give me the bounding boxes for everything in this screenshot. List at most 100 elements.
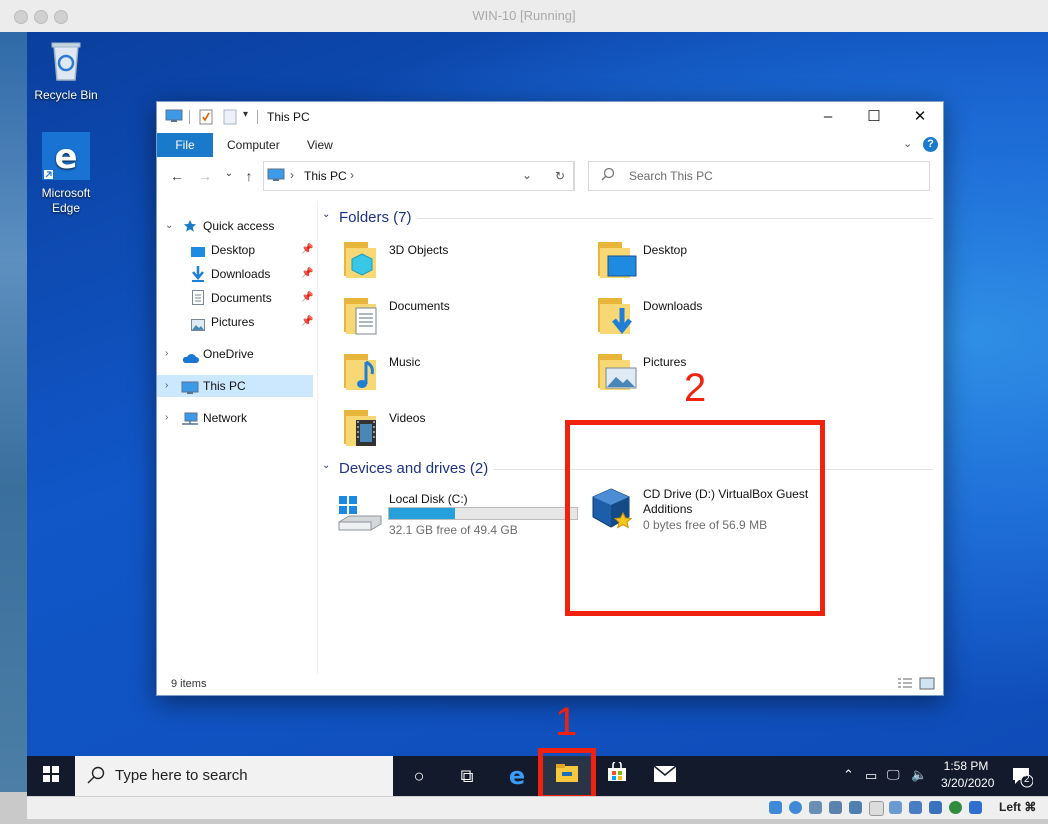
pin-icon[interactable]: 📌: [301, 311, 313, 333]
usb-status-icon[interactable]: [849, 801, 862, 814]
expand-ribbon-chevron-icon[interactable]: ⌄: [903, 137, 912, 150]
address-bar[interactable]: › This PC › ⌄: [263, 161, 574, 191]
collapsed-chevron-icon[interactable]: ›: [165, 343, 168, 365]
expanded-chevron-icon[interactable]: ⌄: [165, 215, 173, 237]
network-adapter-status-icon[interactable]: [829, 801, 842, 814]
minimize-button[interactable]: –: [805, 102, 851, 132]
annotation-highlight-file-explorer: [538, 748, 596, 800]
shared-folders-status-icon[interactable]: [869, 801, 884, 816]
virtualization-status-icon[interactable]: [929, 801, 942, 814]
tab-view[interactable]: View: [307, 133, 333, 157]
help-icon[interactable]: ?: [923, 137, 938, 152]
nav-item-quick-access[interactable]: ⌄ Quick access: [157, 215, 313, 237]
tab-computer[interactable]: Computer: [227, 133, 280, 157]
keyboard-capture-status-icon[interactable]: [969, 801, 982, 814]
this-pc-icon: [165, 109, 183, 126]
drive-tile-local-disk[interactable]: Local Disk (C:) 32.1 GB free of 49.4 GB: [337, 492, 578, 542]
collapsed-chevron-icon[interactable]: ›: [165, 375, 168, 397]
volume-icon[interactable]: 🔈: [911, 767, 927, 783]
pin-icon[interactable]: 📌: [301, 239, 313, 261]
pin-icon[interactable]: 📌: [301, 263, 313, 285]
tile-label: Desktop: [643, 243, 688, 257]
optical-drive-status-icon[interactable]: [789, 801, 802, 814]
back-arrow-icon[interactable]: ←: [167, 168, 187, 186]
close-button[interactable]: ✕: [897, 102, 943, 132]
downloads-folder-icon: [596, 294, 638, 339]
recent-locations-chevron-icon[interactable]: ⌄: [219, 168, 239, 186]
mail-envelope-icon: [653, 765, 677, 786]
nav-label: Documents: [211, 291, 272, 305]
taskbar-mail-button[interactable]: [641, 756, 689, 796]
desktop-icon-label: Recycle Bin: [34, 88, 98, 102]
refresh-button[interactable]: ↻: [546, 161, 575, 191]
disk-usage-bar: [388, 507, 578, 520]
navigation-pane: ⌄ Quick access Desktop 📌 Downloads 📌 Doc…: [157, 205, 317, 675]
cortana-button[interactable]: ○: [395, 756, 443, 796]
edge-icon: e: [30, 132, 102, 184]
network-icon: [181, 411, 199, 433]
this-pc-icon: [267, 168, 285, 185]
pin-icon[interactable]: 📌: [301, 287, 313, 309]
taskbar-clock[interactable]: 1:58 PM 3/20/2020: [941, 758, 994, 792]
details-view-icon[interactable]: [897, 677, 913, 694]
maximize-button[interactable]: ☐: [851, 102, 897, 132]
recording-status-icon[interactable]: [909, 801, 922, 814]
folders-group-header[interactable]: Folders (7): [339, 209, 412, 226]
documents-folder-icon: [342, 294, 384, 339]
collapse-group-chevron-icon[interactable]: ⌄: [322, 460, 330, 471]
search-icon: [601, 167, 615, 184]
virtualbox-status-bar: Left ⌘: [27, 796, 1048, 819]
nav-item-onedrive[interactable]: › OneDrive: [157, 343, 313, 365]
annotation-label-2: 2: [684, 366, 707, 410]
address-dropdown-chevron-icon[interactable]: ⌄: [522, 168, 532, 182]
desktop-icon-edge[interactable]: e Microsoft Edge: [30, 132, 102, 216]
nav-item-network[interactable]: › Network: [157, 407, 313, 429]
new-folder-icon[interactable]: [223, 109, 237, 128]
search-box[interactable]: Search This PC: [588, 161, 930, 191]
desktop-icon-recycle-bin[interactable]: Recycle Bin: [30, 38, 102, 103]
nav-item-desktop[interactable]: Desktop 📌: [157, 239, 313, 261]
audio-status-icon[interactable]: [809, 801, 822, 814]
taskbar-edge-button[interactable]: e: [493, 756, 541, 796]
customize-toolbar-chevron-icon[interactable]: ▾: [243, 109, 248, 120]
nav-label: Network: [203, 411, 248, 425]
drives-group-header[interactable]: Devices and drives (2): [339, 460, 488, 477]
taskbar-search-box[interactable]: Type here to search: [75, 756, 393, 796]
up-arrow-icon[interactable]: ↑: [239, 168, 259, 186]
nav-item-pictures[interactable]: Pictures 📌: [157, 311, 313, 333]
status-bar: 9 items: [157, 675, 943, 695]
edge-icon: e: [508, 762, 526, 790]
breadcrumb-separator-icon[interactable]: ›: [350, 168, 354, 182]
nav-item-this-pc[interactable]: › This PC: [157, 375, 313, 397]
music-folder-icon: [342, 350, 384, 395]
nav-item-documents[interactable]: Documents 📌: [157, 287, 313, 309]
tab-file[interactable]: File: [157, 133, 213, 157]
breadcrumb-this-pc[interactable]: This PC: [304, 169, 347, 183]
desktop-folder-icon: [596, 238, 638, 283]
display-status-icon[interactable]: [889, 801, 902, 814]
task-view-icon: ⧉: [460, 766, 474, 786]
nav-item-downloads[interactable]: Downloads 📌: [157, 263, 313, 285]
start-button[interactable]: [27, 756, 75, 796]
star-icon: [183, 218, 197, 240]
action-center-icon[interactable]: 2: [1011, 766, 1034, 791]
tile-label: 3D Objects: [389, 243, 449, 257]
tile-label: Pictures: [643, 355, 687, 369]
large-icons-view-icon[interactable]: [919, 677, 935, 694]
network-status-icon[interactable]: 🖵: [887, 767, 900, 783]
taskbar-store-button[interactable]: [593, 756, 641, 796]
ribbon: File Computer View ⌄ ?: [157, 133, 943, 157]
task-view-button[interactable]: ⧉: [443, 756, 491, 796]
forward-arrow-icon[interactable]: →: [195, 168, 215, 186]
collapsed-chevron-icon[interactable]: ›: [165, 407, 168, 429]
annotation-label-1: 1: [555, 700, 578, 744]
show-hidden-icons-chevron-icon[interactable]: ⌃: [843, 767, 854, 783]
mouse-integration-status-icon[interactable]: [949, 801, 962, 814]
collapse-group-chevron-icon[interactable]: ⌄: [322, 209, 330, 220]
clock-time: 1:58 PM: [943, 759, 989, 773]
properties-icon[interactable]: [199, 109, 213, 128]
nav-label: Quick access: [203, 219, 275, 233]
hard-disk-status-icon[interactable]: [769, 801, 782, 814]
item-count: 9 items: [171, 678, 207, 690]
battery-icon[interactable]: ▭: [865, 768, 877, 784]
